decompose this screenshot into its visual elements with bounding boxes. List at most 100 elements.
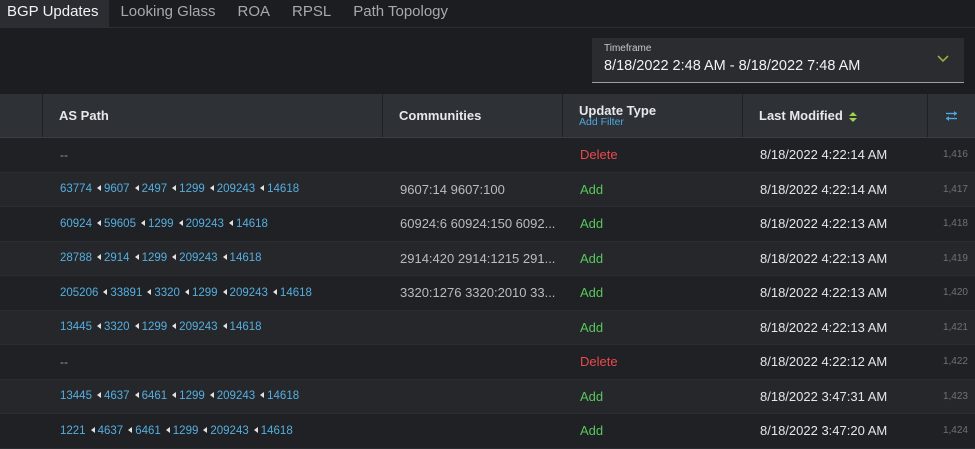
update-type-cell: Add [580, 319, 604, 335]
timeframe-selector[interactable]: Timeframe 8/18/2022 2:48 AM - 8/18/2022 … [592, 38, 964, 83]
asn-link[interactable]: 14618 [267, 390, 299, 402]
asn-link[interactable]: 14618 [230, 252, 262, 264]
tab-looking-glass[interactable]: Looking Glass [109, 0, 226, 28]
as-path-cell: 60924 59605 1299 209243 14618 [43, 218, 383, 230]
header-last-modified[interactable]: Last Modified [743, 94, 928, 137]
asn-link[interactable]: 14618 [261, 425, 293, 437]
table-row[interactable]: 13445 4637 6461 1299 209243 14618 Add 8/18/2022… [0, 379, 975, 414]
header-update-type[interactable]: Update Type Add Filter [563, 94, 743, 137]
asn-link[interactable]: 209243 [179, 252, 217, 264]
update-type-cell: Add [580, 388, 604, 404]
tab-path-topology[interactable]: Path Topology [342, 0, 459, 28]
table-row[interactable]: 63774 9607 2497 1299 209243 14618 9607:14 9607… [0, 172, 975, 207]
path-arrow-icon [272, 288, 277, 295]
asn-link[interactable]: 9607 [104, 183, 130, 195]
asn-link[interactable]: 1299 [142, 321, 168, 333]
asn-link[interactable]: 1299 [173, 425, 199, 437]
asn-link[interactable]: 59605 [104, 218, 136, 230]
asn-link[interactable]: 209243 [179, 321, 217, 333]
path-arrow-icon [140, 219, 145, 226]
header-settings[interactable] [928, 94, 975, 137]
update-type-cell: Delete [580, 354, 618, 370]
asn-link[interactable]: 1221 [60, 425, 86, 437]
asn-link[interactable]: 13445 [60, 321, 92, 333]
asn-link[interactable]: 1299 [148, 218, 174, 230]
tab-rpsl[interactable]: RPSL [281, 0, 342, 28]
row-index: 1,422 [942, 356, 968, 368]
last-modified-cell: 8/18/2022 4:22:14 AM [760, 147, 888, 163]
row-index: 1,417 [942, 183, 968, 195]
asn-link[interactable]: 3320 [154, 287, 180, 299]
tab-bgp-updates[interactable]: BGP Updates [0, 0, 110, 28]
asn-link[interactable]: 4637 [98, 425, 124, 437]
path-arrow-icon [222, 288, 227, 295]
header-blank [0, 94, 43, 137]
communities-cell: 60924:6 60924:150 6092... [400, 216, 556, 232]
asn-link[interactable]: 14618 [267, 183, 299, 195]
sort-icon[interactable] [848, 111, 858, 123]
tab-bar: BGP Updates Looking Glass ROA RPSL Path … [0, 0, 459, 28]
asn-link[interactable]: 209243 [230, 287, 268, 299]
table-row[interactable]: 1221 4637 6461 1299 209243 14618 Add 8/18/2022 … [0, 414, 975, 449]
table-row[interactable]: 60924 59605 1299 209243 14618 60924:6 60924:1… [0, 207, 975, 242]
asn-link[interactable]: 1299 [179, 183, 205, 195]
table-row[interactable]: 205206 33891 3320 1299 209243 14618 3320:1276 … [0, 276, 975, 311]
table-header: AS Path Communities Update Type Add Filt… [0, 94, 975, 138]
asn-link[interactable]: 6461 [142, 390, 168, 402]
asn-link[interactable]: 28788 [60, 252, 92, 264]
header-as-path-label: AS Path [59, 108, 109, 123]
as-path-cell: 13445 4637 6461 1299 209243 14618 [43, 390, 383, 402]
path-arrow-icon [172, 185, 177, 192]
asn-link[interactable]: 6461 [135, 425, 161, 437]
path-arrow-icon [128, 426, 133, 433]
asn-link[interactable]: 209243 [217, 390, 255, 402]
as-path-cell: 13445 3320 1299 209243 14618 [43, 321, 383, 333]
add-filter-link[interactable]: Add Filter [579, 116, 624, 128]
asn-link[interactable]: 2497 [142, 183, 168, 195]
path-arrow-icon [96, 185, 101, 192]
asn-link[interactable]: 14618 [230, 321, 262, 333]
update-type-cell: Add [580, 216, 604, 232]
header-as-path[interactable]: AS Path [43, 94, 383, 137]
asn-link[interactable]: 13445 [60, 390, 92, 402]
row-index: 1,421 [942, 321, 968, 333]
asn-link[interactable]: 209243 [217, 183, 255, 195]
asn-link[interactable]: 1299 [142, 252, 168, 264]
table-row[interactable]: -- Delete 8/18/2022 4:22:14 AM 1,416 [0, 138, 975, 173]
table-row[interactable]: 28788 2914 1299 209243 14618 2914:420 2914:12… [0, 241, 975, 276]
asn-link[interactable]: 63774 [60, 183, 92, 195]
update-type-cell: Add [580, 423, 604, 439]
table-row[interactable]: -- Delete 8/18/2022 4:22:12 AM 1,422 [0, 345, 975, 380]
asn-link[interactable]: 1299 [192, 287, 218, 299]
header-last-modified-wrap: Last Modified [759, 108, 858, 123]
path-arrow-icon [184, 288, 189, 295]
asn-link[interactable]: 209243 [186, 218, 224, 230]
path-arrow-icon [96, 392, 101, 399]
path-arrow-icon [147, 288, 152, 295]
column-settings-icon[interactable] [945, 110, 958, 122]
tab-roa[interactable]: ROA [227, 0, 282, 28]
asn-link[interactable]: 205206 [60, 287, 98, 299]
bgp-updates-table: AS Path Communities Update Type Add Filt… [0, 94, 975, 449]
table-row[interactable]: 13445 3320 1299 209243 14618 Add 8/18/2022 4:2… [0, 310, 975, 345]
update-type-cell: Delete [580, 147, 618, 163]
asn-link[interactable]: 4637 [104, 390, 130, 402]
header-communities[interactable]: Communities [383, 94, 563, 137]
path-arrow-icon [172, 254, 177, 261]
path-arrow-icon [260, 392, 265, 399]
path-arrow-icon [96, 254, 101, 261]
asn-link[interactable]: 60924 [60, 218, 92, 230]
row-index: 1,416 [942, 149, 968, 161]
asn-link[interactable]: 3320 [104, 321, 130, 333]
path-arrow-icon [96, 219, 101, 226]
asn-link[interactable]: 14618 [280, 287, 312, 299]
asn-link[interactable]: 2914 [104, 252, 130, 264]
header-update-type-wrap: Update Type Add Filter [579, 103, 656, 128]
asn-link[interactable]: 33891 [110, 287, 142, 299]
chevron-down-icon[interactable] [936, 51, 950, 65]
asn-link[interactable]: 1299 [179, 390, 205, 402]
as-path-cell: 28788 2914 1299 209243 14618 [43, 252, 383, 264]
asn-link[interactable]: 209243 [210, 425, 248, 437]
asn-link[interactable]: 14618 [236, 218, 268, 230]
last-modified-cell: 8/18/2022 4:22:12 AM [760, 354, 888, 370]
